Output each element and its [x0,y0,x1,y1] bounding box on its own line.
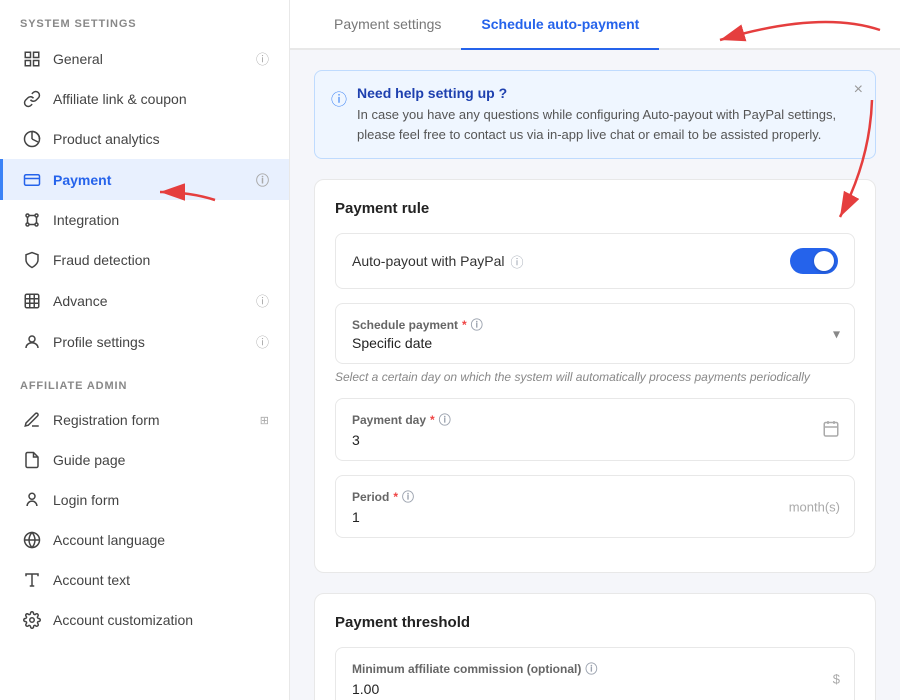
period-suffix: month(s) [789,499,840,514]
min-commission-suffix: $ [833,671,840,686]
grid-icon [23,50,41,68]
sidebar-item-registration-form[interactable]: Registration form ⊞ [0,400,289,440]
period-info-icon: ⓘ [402,488,414,505]
schedule-payment-dropdown[interactable]: Schedule payment * ⓘ Specific date ▾ [335,303,855,364]
payment-rule-title: Payment rule [335,200,855,217]
text-icon [23,571,41,589]
info-icon-payment: ⓘ [256,170,269,189]
payment-day-field: Payment day * ⓘ 3 [335,398,855,461]
tab-schedule-auto-payment[interactable]: Schedule auto-payment [461,0,659,50]
info-icon-advance: ⓘ [256,291,269,310]
payment-day-value: 3 [352,432,838,448]
info-icon-general: ⓘ [256,49,269,68]
card-icon [23,171,41,189]
main-content: Payment settings Schedule auto-payment ⓘ… [290,0,900,700]
sidebar-label-payment: Payment [53,172,244,188]
sidebar-item-profile-settings[interactable]: Profile settings ⓘ [0,321,289,362]
info-box-text: In case you have any questions while con… [357,105,859,144]
auto-payout-toggle-row: Auto-payout with PayPal ⓘ [335,233,855,289]
login-icon [23,491,41,509]
sidebar-label-account-language: Account language [53,532,269,548]
sidebar-label-integration: Integration [53,212,269,228]
auto-payout-toggle[interactable] [790,248,838,274]
sidebar-item-affiliate-link[interactable]: Affiliate link & coupon [0,79,289,119]
auto-payout-label: Auto-payout with PayPal ⓘ [352,252,524,271]
schedule-required-mark: * [462,318,467,332]
advance-icon [23,292,41,310]
chevron-down-icon: ▾ [833,325,840,342]
sidebar-item-general[interactable]: General ⓘ [0,38,289,79]
payment-threshold-card: Payment threshold Minimum affiliate comm… [314,593,876,700]
sidebar-item-account-customization[interactable]: Account customization [0,600,289,640]
sidebar-section-system: SYSTEM SETTINGS [0,0,289,38]
auto-payout-info-icon: ⓘ [511,252,524,271]
sidebar-label-guide-page: Guide page [53,452,269,468]
chart-icon [23,130,41,148]
sidebar-item-advance[interactable]: Advance ⓘ [0,280,289,321]
payment-rule-card: Payment rule Auto-payout with PayPal ⓘ S… [314,179,876,573]
info-icon-profile: ⓘ [256,332,269,351]
sidebar-item-product-analytics[interactable]: Product analytics [0,119,289,159]
user-circle-icon [23,333,41,351]
schedule-helper-text: Select a certain day on which the system… [335,370,855,384]
payment-day-required-mark: * [430,413,435,427]
content-area: ⓘ Need help setting up ? In case you hav… [290,50,900,700]
info-circle-icon: ⓘ [331,86,347,144]
payment-threshold-title: Payment threshold [335,614,855,631]
integration-icon [23,211,41,229]
sidebar-item-account-text[interactable]: Account text [0,560,289,600]
period-label: Period * ⓘ [352,488,838,505]
sidebar-label-general: General [53,51,244,67]
sidebar-label-registration-form: Registration form [53,412,248,428]
tabs-bar: Payment settings Schedule auto-payment [290,0,900,50]
reg-icon [23,411,41,429]
info-box-title: Need help setting up ? [357,85,859,101]
schedule-payment-label: Schedule payment * ⓘ [352,316,838,333]
sidebar-label-profile-settings: Profile settings [53,334,244,350]
sidebar-label-affiliate-link: Affiliate link & coupon [53,91,269,107]
guide-icon [23,451,41,469]
info-box: ⓘ Need help setting up ? In case you hav… [314,70,876,159]
schedule-info-icon: ⓘ [471,316,483,333]
sidebar: SYSTEM SETTINGS General ⓘ Affiliate link… [0,0,290,700]
period-value: 1 [352,509,838,525]
sidebar-label-account-customization: Account customization [53,612,269,628]
shield-icon [23,251,41,269]
sidebar-item-login-form[interactable]: Login form [0,480,289,520]
min-commission-info-icon: ⓘ [585,660,597,677]
customize-icon [23,611,41,629]
link-icon [23,90,41,108]
sidebar-item-account-language[interactable]: Account language [0,520,289,560]
sidebar-item-fraud-detection[interactable]: Fraud detection [0,240,289,280]
period-field: Period * ⓘ 1 month(s) [335,475,855,538]
sidebar-label-account-text: Account text [53,572,269,588]
sidebar-item-guide-page[interactable]: Guide page [0,440,289,480]
payment-day-label: Payment day * ⓘ [352,411,838,428]
period-required-mark: * [393,490,398,504]
min-commission-field: Minimum affiliate commission (optional) … [335,647,855,700]
sidebar-label-fraud-detection: Fraud detection [53,252,269,268]
sidebar-label-login-form: Login form [53,492,269,508]
language-icon [23,531,41,549]
calendar-icon [822,419,840,440]
sidebar-section-affiliate: AFFILIATE ADMIN [0,362,289,400]
payment-day-info-icon: ⓘ [439,411,451,428]
sidebar-label-product-analytics: Product analytics [53,131,269,147]
expand-icon-registration: ⊞ [260,414,269,427]
close-info-button[interactable]: × [854,81,863,99]
schedule-payment-value: Specific date [352,335,838,351]
sidebar-item-payment[interactable]: Payment ⓘ [0,159,289,200]
min-commission-value: 1.00 [352,681,838,697]
info-box-content: Need help setting up ? In case you have … [357,85,859,144]
sidebar-label-advance: Advance [53,293,244,309]
min-commission-label: Minimum affiliate commission (optional) … [352,660,838,677]
tab-payment-settings[interactable]: Payment settings [314,0,461,50]
sidebar-item-integration[interactable]: Integration [0,200,289,240]
